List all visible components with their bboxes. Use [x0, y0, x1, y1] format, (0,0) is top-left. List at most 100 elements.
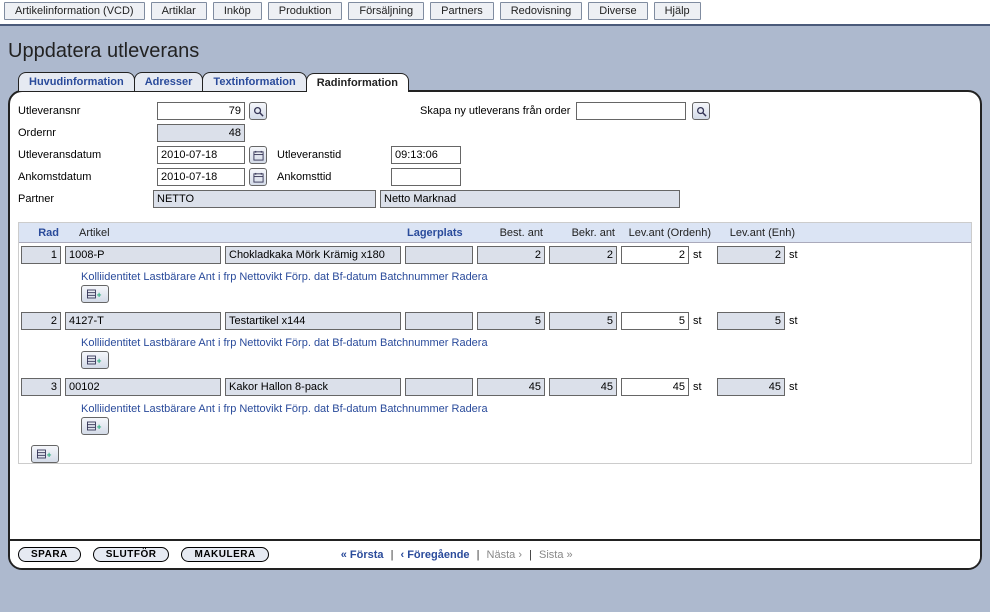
page-title: Uppdatera utleverans [0, 26, 990, 71]
ankdatum-input[interactable] [157, 168, 245, 186]
menu-partners[interactable]: Partners [430, 2, 494, 20]
utleveransnr-search-button[interactable] [249, 102, 267, 120]
add-kolli-button[interactable]: + [81, 351, 109, 369]
makulera-button[interactable]: MAKULERA [181, 547, 268, 562]
menu-produktion[interactable]: Produktion [268, 2, 343, 20]
utlevtid-input[interactable] [391, 146, 461, 164]
artikel-desc-field [225, 312, 401, 330]
tab-huvudinformation[interactable]: Huvudinformation [18, 72, 135, 91]
partner-code-field [153, 190, 376, 208]
table-row: st st [19, 309, 971, 333]
table-row: st st [19, 375, 971, 399]
bekr-field [549, 378, 617, 396]
menu-redovisning[interactable]: Redovisning [500, 2, 583, 20]
partner-name-field [380, 190, 680, 208]
lev-ordenh-input[interactable] [621, 246, 689, 264]
lev-ordenh-input[interactable] [621, 378, 689, 396]
unit-label: st [787, 315, 811, 327]
col-lev-ordenh: Lev.ant (Ordenh) [619, 227, 715, 239]
kolli-add-row: + [19, 417, 971, 441]
lev-enh-field [717, 246, 785, 264]
menu-diverse[interactable]: Diverse [588, 2, 647, 20]
artikel-field [65, 312, 221, 330]
svg-text:+: + [47, 451, 52, 459]
col-lagerplats[interactable]: Lagerplats [403, 227, 475, 239]
table-row: st st [19, 243, 971, 267]
ankdatum-label: Ankomstdatum [18, 171, 153, 183]
svg-text:+: + [97, 423, 102, 431]
best-field [477, 378, 545, 396]
calendar-icon [253, 172, 264, 183]
col-rad[interactable]: Rad [19, 227, 63, 239]
bekr-field [549, 246, 617, 264]
utlevdatum-input[interactable] [157, 146, 245, 164]
kolli-subheader: Kolliidentitet Lastbärare Ant i frp Nett… [19, 267, 971, 285]
col-lev-enh: Lev.ant (Enh) [715, 227, 799, 239]
svg-text:+: + [97, 291, 102, 299]
add-row-icon: + [37, 449, 53, 459]
ordernr-label: Ordernr [18, 127, 153, 139]
col-artikel: Artikel [63, 227, 223, 239]
kolli-subheader: Kolliidentitet Lastbärare Ant i frp Nett… [19, 399, 971, 417]
unit-label: st [691, 249, 715, 261]
add-row-button[interactable]: + [31, 445, 59, 463]
artikel-desc-field [225, 246, 401, 264]
utleveransnr-input[interactable] [157, 102, 245, 120]
add-row-icon: + [87, 355, 103, 365]
lines-table: Rad Artikel Lagerplats Best. ant Bekr. a… [18, 222, 972, 464]
utlevtid-label: Utleveranstid [277, 149, 387, 161]
bottom-bar: SPARA SLUTFÖR MAKULERA « Första | ‹ Före… [10, 539, 980, 568]
anktid-label: Ankomsttid [277, 171, 387, 183]
unit-label: st [691, 381, 715, 393]
tabs: Huvudinformation Adresser Textinformatio… [0, 71, 990, 90]
lev-ordenh-input[interactable] [621, 312, 689, 330]
col-bekr: Bekr. ant [547, 227, 619, 239]
slutfor-button[interactable]: SLUTFÖR [93, 547, 170, 562]
pager-last[interactable]: Sista » [539, 549, 573, 561]
menu-inkop[interactable]: Inköp [213, 2, 262, 20]
add-kolli-button[interactable]: + [81, 417, 109, 435]
menu-forsaljning[interactable]: Försäljning [348, 2, 424, 20]
tab-adresser[interactable]: Adresser [134, 72, 204, 91]
tab-textinformation[interactable]: Textinformation [202, 72, 306, 91]
pager-next[interactable]: Nästa › [487, 549, 522, 561]
rad-field [21, 378, 61, 396]
main-panel: Skapa ny utleverans från order Utleveran… [8, 90, 982, 570]
best-field [477, 246, 545, 264]
partner-label: Partner [18, 193, 149, 205]
utlevdatum-label: Utleveransdatum [18, 149, 153, 161]
create-order-search-button[interactable] [692, 102, 710, 120]
pager-first[interactable]: « Första [341, 549, 384, 561]
menu-artiklar[interactable]: Artiklar [151, 2, 207, 20]
svg-text:+: + [97, 357, 102, 365]
tab-radinformation[interactable]: Radinformation [306, 73, 409, 92]
add-row-icon: + [87, 421, 103, 431]
lagerplats-field [405, 378, 473, 396]
menubar: Artikelinformation (VCD) Artiklar Inköp … [0, 0, 990, 26]
artikel-field [65, 378, 221, 396]
bekr-field [549, 312, 617, 330]
add-kolli-button[interactable]: + [81, 285, 109, 303]
kolli-add-row: + [19, 351, 971, 375]
best-field [477, 312, 545, 330]
kolli-add-row: + [19, 285, 971, 309]
menu-hjalp[interactable]: Hjälp [654, 2, 701, 20]
pager-prev[interactable]: ‹ Föregående [400, 549, 469, 561]
search-icon [253, 106, 264, 117]
lev-enh-field [717, 378, 785, 396]
add-row-icon: + [87, 289, 103, 299]
unit-label: st [787, 249, 811, 261]
menu-artikelinformation[interactable]: Artikelinformation (VCD) [4, 2, 145, 20]
create-order-input[interactable] [576, 102, 686, 120]
ankdatum-calendar-button[interactable] [249, 168, 267, 186]
unit-label: st [787, 381, 811, 393]
utlevdatum-calendar-button[interactable] [249, 146, 267, 164]
unit-label: st [691, 315, 715, 327]
pager: « Första | ‹ Föregående | Nästa › | Sist… [341, 549, 573, 561]
create-label: Skapa ny utleverans från order [420, 105, 570, 117]
search-icon [696, 106, 707, 117]
create-from-order: Skapa ny utleverans från order [420, 102, 710, 120]
anktid-input[interactable] [391, 168, 461, 186]
lagerplats-field [405, 246, 473, 264]
spara-button[interactable]: SPARA [18, 547, 81, 562]
